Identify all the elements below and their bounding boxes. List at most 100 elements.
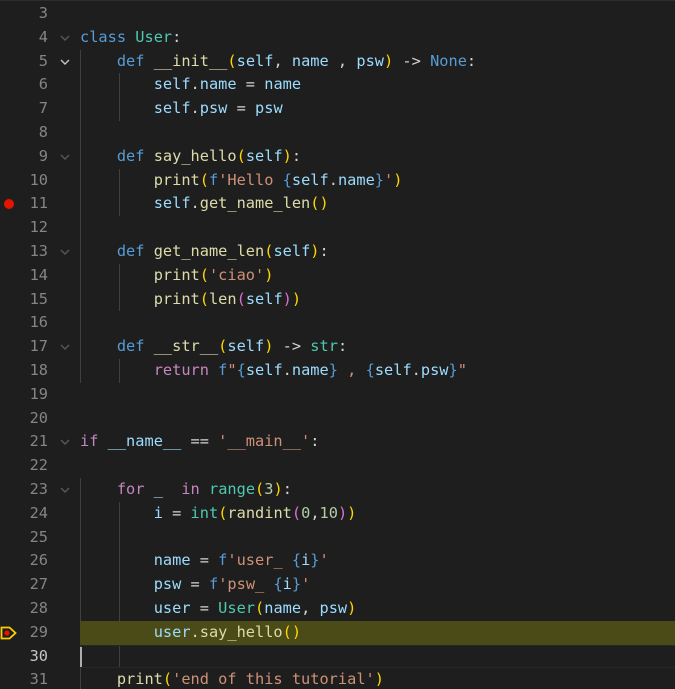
chevron-down-icon[interactable] <box>59 32 71 44</box>
code-text[interactable]: def __init__(self, name , psw) -> None: <box>80 50 476 74</box>
line-gutter[interactable]: 9 <box>0 145 80 169</box>
code-line[interactable]: 23 for _ in range(3): <box>0 478 675 502</box>
code-line[interactable]: 11 self.get_name_len() <box>0 192 675 216</box>
code-editor[interactable]: 3 4 class User: 5 def __init__(self, name ,… <box>0 0 675 689</box>
code-line[interactable]: 13 def get_name_len(self): <box>0 240 675 264</box>
line-gutter[interactable]: 25 <box>0 526 80 550</box>
line-gutter[interactable]: 13 <box>0 240 80 264</box>
code-line[interactable]: 20 <box>0 407 675 431</box>
line-gutter[interactable]: 8 <box>0 121 80 145</box>
breakpoint-dot-icon[interactable] <box>4 199 14 210</box>
line-gutter[interactable]: 7 <box>0 97 80 121</box>
code-text[interactable]: name = f'user_ {i}' <box>80 549 329 573</box>
code-text[interactable]: def get_name_len(self): <box>80 240 329 264</box>
code-line[interactable]: 16 <box>0 311 675 335</box>
line-gutter[interactable]: 21 <box>0 430 80 454</box>
code-line[interactable]: 14 print('ciao') <box>0 264 675 288</box>
code-text[interactable]: print(f'Hello {self.name}') <box>80 169 403 193</box>
line-number: 7 <box>38 99 48 118</box>
code-line[interactable]: 3 <box>0 2 675 26</box>
line-gutter[interactable]: 24 <box>0 502 80 526</box>
code-text[interactable]: if __name__ == '__main__': <box>80 430 320 454</box>
chevron-down-icon[interactable] <box>59 246 71 258</box>
line-gutter[interactable]: 22 <box>0 454 80 478</box>
line-gutter[interactable]: 30 <box>0 645 80 669</box>
code-text[interactable]: for _ in range(3): <box>80 478 292 502</box>
code-line[interactable]: 31 print('end of this tutorial') <box>0 668 675 689</box>
line-gutter[interactable]: 23 <box>0 478 80 502</box>
line-number: 8 <box>38 123 48 141</box>
line-number: 29 <box>29 622 48 641</box>
code-line[interactable]: 29 user.say_hello() <box>0 620 675 645</box>
code-text[interactable]: return f"{self.name} , {self.psw}" <box>80 359 467 383</box>
line-number: 23 <box>29 480 48 498</box>
code-line[interactable]: 21 if __name__ == '__main__': <box>0 430 675 454</box>
line-number: 10 <box>29 170 48 189</box>
line-gutter[interactable]: 11 <box>0 192 80 216</box>
chevron-down-icon[interactable] <box>59 436 71 448</box>
code-line[interactable]: 7 self.psw = psw <box>0 97 675 121</box>
code-text[interactable]: def say_hello(self): <box>80 145 301 169</box>
line-gutter[interactable]: 3 <box>0 2 80 26</box>
code-line[interactable]: 24 i = int(randint(0,10)) <box>0 502 675 526</box>
code-line[interactable]: 8 <box>0 121 675 145</box>
code-text[interactable]: def __str__(self) -> str: <box>80 335 347 359</box>
code-line[interactable]: 18 return f"{self.name} , {self.psw}" <box>0 359 675 383</box>
code-line[interactable]: 30 <box>0 644 675 669</box>
code-line[interactable]: 9 def say_hello(self): <box>0 145 675 169</box>
chevron-down-icon[interactable] <box>59 484 71 496</box>
line-gutter[interactable]: 29 <box>0 620 80 645</box>
line-gutter[interactable]: 28 <box>0 597 80 621</box>
code-line[interactable]: 10 print(f'Hello {self.name}') <box>0 169 675 193</box>
line-gutter[interactable]: 19 <box>0 383 80 407</box>
line-gutter[interactable]: 4 <box>0 26 80 50</box>
line-gutter[interactable]: 31 <box>0 668 80 689</box>
line-gutter[interactable]: 20 <box>0 407 80 431</box>
code-line[interactable]: 4 class User: <box>0 26 675 50</box>
line-gutter[interactable]: 5 <box>0 50 80 74</box>
code-line[interactable]: 15 print(len(self)) <box>0 288 675 312</box>
code-line[interactable]: 26 name = f'user_ {i}' <box>0 549 675 573</box>
line-gutter[interactable]: 26 <box>0 549 80 573</box>
code-text[interactable]: class User: <box>80 26 181 50</box>
line-number: 6 <box>38 75 48 94</box>
code-line[interactable]: 5 def __init__(self, name , psw) -> None… <box>0 50 675 74</box>
editor-top-border <box>0 0 675 1</box>
code-text[interactable]: self.get_name_len() <box>80 192 329 216</box>
code-text[interactable]: user = User(name, psw) <box>80 597 357 621</box>
code-text[interactable]: print(len(self)) <box>80 288 301 312</box>
line-gutter[interactable]: 17 <box>0 335 80 359</box>
code-line[interactable]: 17 def __str__(self) -> str: <box>0 335 675 359</box>
chevron-down-icon[interactable] <box>59 151 71 163</box>
code-line[interactable]: 22 <box>0 454 675 478</box>
line-gutter[interactable]: 27 <box>0 573 80 597</box>
code-line[interactable]: 25 <box>0 526 675 550</box>
line-gutter[interactable]: 6 <box>0 73 80 97</box>
debug-stackframe-icon[interactable] <box>0 624 18 642</box>
code-line[interactable]: 19 <box>0 383 675 407</box>
chevron-down-icon[interactable] <box>59 56 71 68</box>
code-text[interactable]: print('ciao') <box>80 264 274 288</box>
line-number: 17 <box>29 337 48 356</box>
line-gutter[interactable]: 10 <box>0 169 80 193</box>
chevron-down-icon[interactable] <box>59 341 71 353</box>
line-number: 11 <box>29 194 48 213</box>
code-line[interactable]: 12 <box>0 216 675 240</box>
code-text[interactable]: self.name = name <box>80 73 301 97</box>
code-text[interactable]: user.say_hello() <box>80 621 301 645</box>
text-cursor <box>80 646 82 667</box>
code-text[interactable]: i = int(randint(0,10)) <box>80 502 357 526</box>
code-line[interactable]: 6 self.name = name <box>0 73 675 97</box>
code-text[interactable]: print('end of this tutorial') <box>80 668 384 689</box>
line-gutter[interactable]: 14 <box>0 264 80 288</box>
line-gutter[interactable]: 12 <box>0 216 80 240</box>
line-gutter[interactable]: 16 <box>0 311 80 335</box>
line-number: 4 <box>38 27 48 46</box>
line-number: 20 <box>29 408 48 427</box>
line-gutter[interactable]: 15 <box>0 288 80 312</box>
code-line[interactable]: 27 psw = f'psw_ {i}' <box>0 573 675 597</box>
code-text[interactable]: self.psw = psw <box>80 97 283 121</box>
code-text[interactable]: psw = f'psw_ {i}' <box>80 573 311 597</box>
code-line[interactable]: 28 user = User(name, psw) <box>0 597 675 621</box>
line-gutter[interactable]: 18 <box>0 359 80 383</box>
